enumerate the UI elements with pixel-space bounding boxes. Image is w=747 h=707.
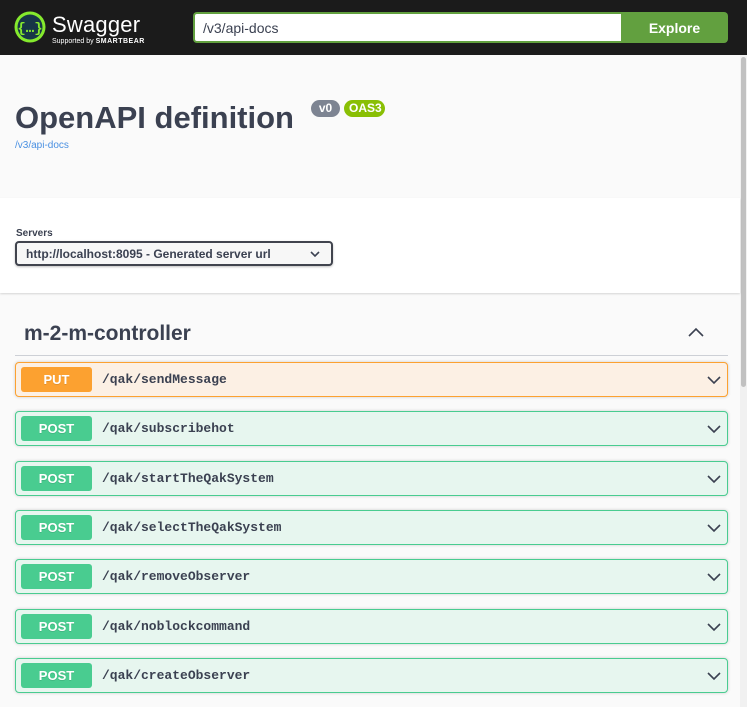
opblock-put[interactable]: PUT/qak/sendMessage xyxy=(15,362,728,397)
method-badge: POST xyxy=(21,614,92,639)
chevron-down-icon[interactable] xyxy=(706,471,722,487)
spec-url-input[interactable] xyxy=(193,12,621,43)
operation-path: /qak/startTheQakSystem xyxy=(102,471,274,486)
svg-text:{…}: {…} xyxy=(17,21,42,37)
chevron-down-icon[interactable] xyxy=(706,619,722,635)
operation-path: /qak/sendMessage xyxy=(102,372,227,387)
operation-path: /qak/createObserver xyxy=(102,668,251,683)
page-title: OpenAPI definition xyxy=(15,100,294,135)
method-badge: POST xyxy=(21,663,92,688)
version-badge: v0 xyxy=(311,100,340,117)
brand-subtitle: Supported by SMARTBEAR xyxy=(52,38,145,46)
page-scrollbar[interactable] xyxy=(740,55,747,707)
chevron-down-icon[interactable] xyxy=(706,372,722,388)
chevron-down-icon[interactable] xyxy=(706,421,722,437)
topbar: {…} Swagger Supported by SMARTBEAR Explo… xyxy=(0,0,747,55)
brand-title: Swagger xyxy=(52,12,141,37)
oas-badge: OAS3 xyxy=(344,100,385,117)
spec-link[interactable]: /v3/api-docs xyxy=(15,140,69,151)
opblock-post[interactable]: POST/qak/removeObserver xyxy=(15,559,728,594)
swagger-logo-icon: {…} xyxy=(14,11,46,43)
opblock-post[interactable]: POST/qak/createObserver xyxy=(15,658,728,693)
opblock-post[interactable]: POST/qak/startTheQakSystem xyxy=(15,461,728,496)
brand-sub-company: SMARTBEAR xyxy=(95,38,145,45)
scrollbar-thumb[interactable] xyxy=(741,57,746,387)
brand-sub-prefix: Supported by xyxy=(52,38,94,45)
tag-name[interactable]: m-2-m-controller xyxy=(24,320,191,348)
servers-select[interactable]: http://localhost:8095 - Generated server… xyxy=(15,241,333,266)
opblock-post[interactable]: POST/qak/subscribehot xyxy=(15,411,728,446)
method-badge: POST xyxy=(21,416,92,441)
chevron-up-icon[interactable] xyxy=(684,322,708,342)
explore-button[interactable]: Explore xyxy=(621,12,728,43)
chevron-down-icon[interactable] xyxy=(706,569,722,585)
servers-label: Servers xyxy=(16,228,53,239)
method-badge: POST xyxy=(21,466,92,491)
method-badge: PUT xyxy=(21,367,92,392)
chevron-down-icon[interactable] xyxy=(706,668,722,684)
chevron-down-icon xyxy=(310,250,320,257)
method-badge: POST xyxy=(21,515,92,540)
tag-divider xyxy=(15,355,728,356)
method-badge: POST xyxy=(21,564,92,589)
operation-path: /qak/noblockcommand xyxy=(102,619,251,634)
servers-selected-value: http://localhost:8095 - Generated server… xyxy=(26,246,271,261)
servers-section: Servers http://localhost:8095 - Generate… xyxy=(0,198,740,293)
operation-path: /qak/subscribehot xyxy=(102,421,235,436)
operation-path: /qak/selectTheQakSystem xyxy=(102,520,282,535)
opblock-post[interactable]: POST/qak/noblockcommand xyxy=(15,609,728,644)
operation-path: /qak/removeObserver xyxy=(102,569,251,584)
opblock-post[interactable]: POST/qak/selectTheQakSystem xyxy=(15,510,728,545)
chevron-down-icon[interactable] xyxy=(706,520,722,536)
swagger-logo[interactable]: {…} Swagger Supported by SMARTBEAR xyxy=(14,11,184,47)
